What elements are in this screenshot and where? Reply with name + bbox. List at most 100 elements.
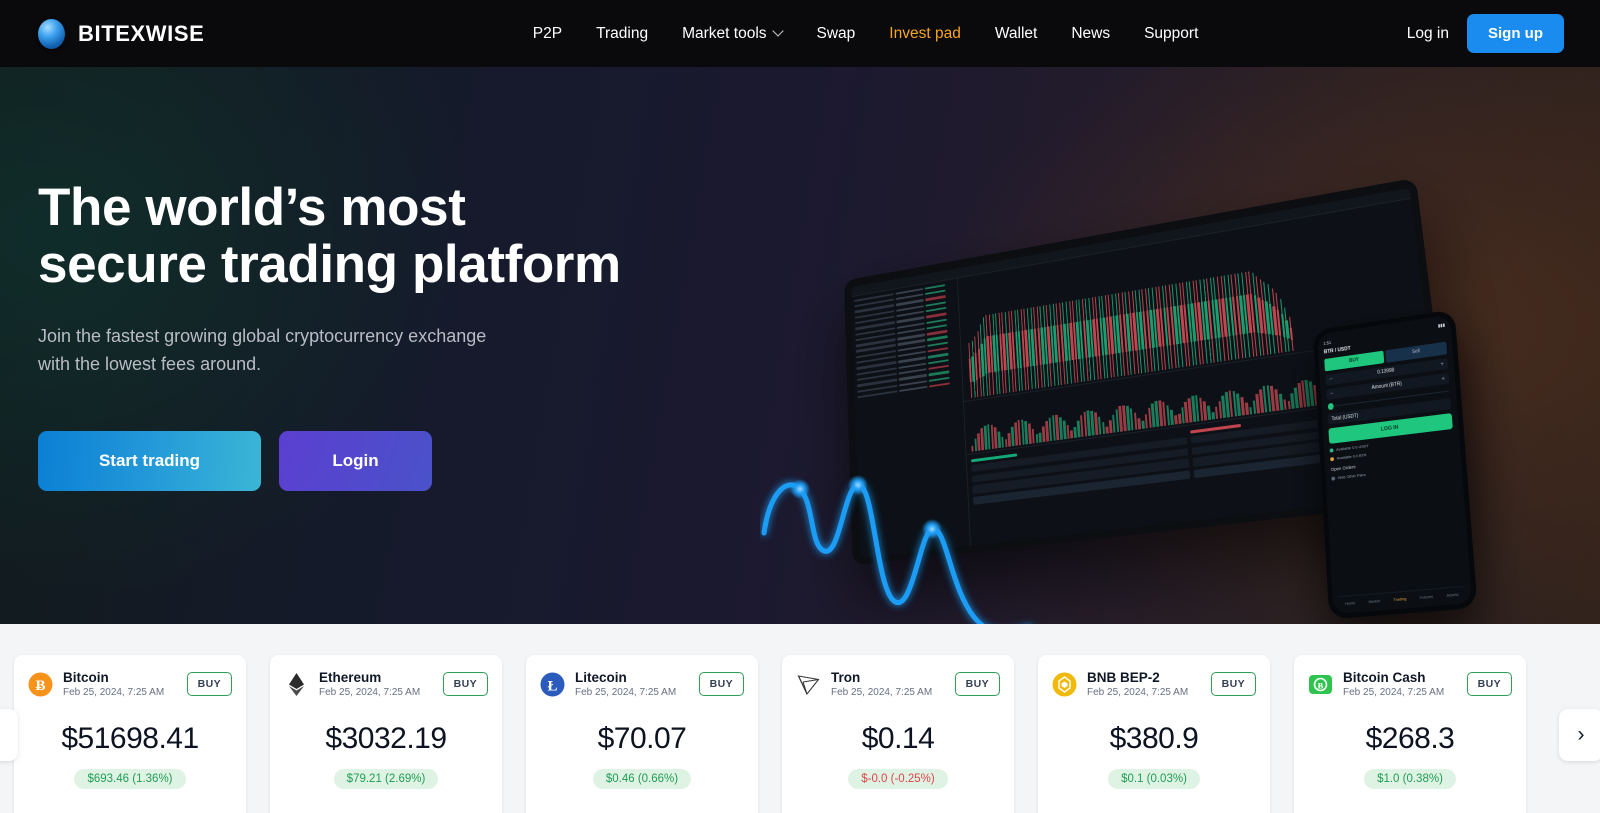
nav-item-news[interactable]: News: [1071, 25, 1110, 43]
coin-timestamp: Feb 25, 2024, 7:25 AM: [575, 687, 677, 699]
phone-amount-placeholder: Amount (BTR): [1371, 381, 1403, 392]
status-badge: $0.1 (0.03%): [1108, 769, 1200, 790]
login-link[interactable]: Log in: [1407, 25, 1449, 43]
decrement-icon: −: [1328, 375, 1333, 383]
ethereum-icon: [284, 672, 309, 697]
buy-button[interactable]: BUY: [954, 672, 1000, 697]
coin-timestamp: Feb 25, 2024, 7:25 AM: [831, 687, 933, 699]
volume-bar: [997, 431, 1001, 448]
nav-item-market-tools[interactable]: Market tools: [682, 25, 782, 43]
phone-nav-assets: Assets: [1446, 591, 1459, 598]
volume-bar: [1070, 430, 1074, 439]
nav-item-label: Market tools: [682, 24, 767, 42]
increment-icon-2: +: [1441, 375, 1446, 383]
nav-item-invest-pad[interactable]: Invest pad: [889, 25, 961, 43]
coin-name: Bitcoin: [63, 670, 109, 685]
status-badge: $0.46 (0.66%): [592, 769, 692, 790]
hero-title-line-1: The world’s most: [38, 178, 466, 237]
market-list-panel: [851, 278, 971, 558]
ticker-card[interactable]: Ƀ Bitcoin Cash Feb 25, 2024, 7:25 AM BUY $26…: [1294, 655, 1526, 813]
coin-timestamp: Feb 25, 2024, 7:25 AM: [1087, 687, 1189, 699]
buy-button[interactable]: BUY: [186, 672, 232, 697]
volume-bar: [1062, 420, 1067, 440]
ticker-card-meta: BNB BEP-2 Feb 25, 2024, 7:25 AM: [1087, 670, 1201, 698]
nav-item-label: P2P: [532, 24, 563, 42]
volume-bar: [1207, 405, 1211, 420]
volume-bar: [1066, 424, 1070, 439]
volume-bar: [1004, 439, 1008, 447]
hero-subtitle: Join the fastest growing global cryptocu…: [38, 323, 738, 379]
brand-name: BITEXWISE: [78, 20, 205, 46]
buy-button[interactable]: BUY: [698, 672, 744, 697]
nav-item-swap[interactable]: Swap: [817, 25, 856, 43]
volume-bar: [1101, 421, 1106, 434]
coin-price: $70.07: [597, 722, 687, 756]
svg-text:Ƀ: Ƀ: [35, 678, 45, 694]
volume-bar: [971, 445, 974, 452]
buy-button[interactable]: BUY: [442, 672, 488, 697]
status-dot-icon: [1329, 448, 1334, 453]
buy-button[interactable]: BUY: [1466, 672, 1512, 697]
increment-icon: +: [1440, 360, 1445, 368]
nav-item-support[interactable]: Support: [1144, 25, 1198, 43]
volume-bar: [1028, 423, 1032, 444]
ticker-card[interactable]: Ethereum Feb 25, 2024, 7:25 AM BUY $3032.19…: [270, 655, 502, 813]
nav-item-label: Invest pad: [889, 24, 961, 42]
ticker-card[interactable]: Tron Feb 25, 2024, 7:25 AM BUY $0.14 $-0.0 (…: [782, 655, 1014, 813]
tron-icon: [796, 672, 821, 697]
volume-bar: [1202, 400, 1208, 421]
coin-name: Tron: [831, 670, 861, 685]
signal-icon: ▮▮▮: [1437, 322, 1446, 329]
phone-nav-trading: Trading: [1393, 595, 1407, 603]
buy-button[interactable]: BUY: [1210, 672, 1256, 697]
nav-item-p2p[interactable]: P2P: [533, 25, 562, 43]
login-button[interactable]: Login: [279, 431, 432, 492]
price-ticker-section: Ƀ Bitcoin Feb 25, 2024, 7:25 AM BUY $51698.4…: [0, 624, 1600, 813]
volume-bar: [1038, 432, 1042, 443]
ticker-card-header: Ethereum Feb 25, 2024, 7:25 AM BUY: [284, 670, 488, 698]
ticker-card[interactable]: Ł Litecoin Feb 25, 2024, 7:25 AM BUY $70.07 $…: [526, 655, 758, 813]
hero-section: The world’s most secure trading platform…: [0, 67, 1600, 624]
hero-subtitle-line-2: with the lowest fees around.: [38, 354, 262, 375]
page-title: The world’s most secure trading platform: [38, 179, 738, 293]
volume-bar: [1001, 436, 1005, 448]
status-badge: $79.21 (2.69%): [333, 769, 439, 790]
hero-actions: Start trading Login: [38, 431, 738, 492]
ticker-card-header: BNB BEP-2 Feb 25, 2024, 7:25 AM BUY: [1052, 670, 1256, 698]
phone-time: 1:51: [1323, 339, 1332, 346]
ticker-card-header: Tron Feb 25, 2024, 7:25 AM BUY: [796, 670, 1000, 698]
coin-timestamp: Feb 25, 2024, 7:25 AM: [63, 687, 165, 699]
hero-subtitle-line-1: Join the fastest growing global cryptocu…: [38, 326, 487, 347]
hero-copy: The world’s most secure trading platform…: [38, 179, 738, 492]
coin-name: Bitcoin Cash: [1343, 670, 1426, 685]
coin-price: $0.14: [861, 722, 935, 756]
volume-bar: [1278, 393, 1284, 411]
phone-nav-futures: Futures: [1419, 593, 1434, 600]
ticker-next-button[interactable]: ›: [1559, 709, 1600, 761]
volume-bar: [1133, 413, 1138, 430]
phone-bottom-nav: Home Market Trading Futures Assets: [1338, 585, 1466, 607]
ticker-card-header: Ł Litecoin Feb 25, 2024, 7:25 AM BUY: [540, 670, 744, 698]
ticker-card[interactable]: Ƀ Bitcoin Feb 25, 2024, 7:25 AM BUY $51698.4…: [14, 655, 246, 813]
nav-item-label: Wallet: [994, 24, 1038, 42]
phone-nav-market: Market: [1368, 598, 1381, 605]
nav-item-wallet[interactable]: Wallet: [995, 25, 1038, 43]
hero-title-line-2: secure trading platform: [38, 235, 621, 295]
ticker-card[interactable]: BNB BEP-2 Feb 25, 2024, 7:25 AM BUY $380.9 $…: [1038, 655, 1270, 813]
status-badge: $-0.0 (-0.25%): [848, 769, 948, 790]
auth-actions: Log in Sign up: [1407, 14, 1576, 53]
coin-name: Ethereum: [319, 670, 382, 685]
brand-logo[interactable]: BITEXWISE: [24, 18, 205, 49]
volume-bar: [1097, 416, 1102, 435]
nav-item-trading[interactable]: Trading: [596, 25, 648, 43]
wave-node-1: [790, 479, 810, 499]
signup-button[interactable]: Sign up: [1467, 14, 1564, 53]
volume-bar: [1141, 420, 1145, 429]
start-trading-button[interactable]: Start trading: [38, 431, 261, 492]
volume-bar: [1177, 413, 1182, 424]
volume-bar: [1244, 402, 1249, 415]
status-dot-icon-2: [1330, 456, 1335, 462]
nav-item-label: Trading: [596, 24, 649, 42]
ticker-prev-button[interactable]: ‹: [0, 709, 18, 761]
volume-bar: [1174, 415, 1178, 425]
